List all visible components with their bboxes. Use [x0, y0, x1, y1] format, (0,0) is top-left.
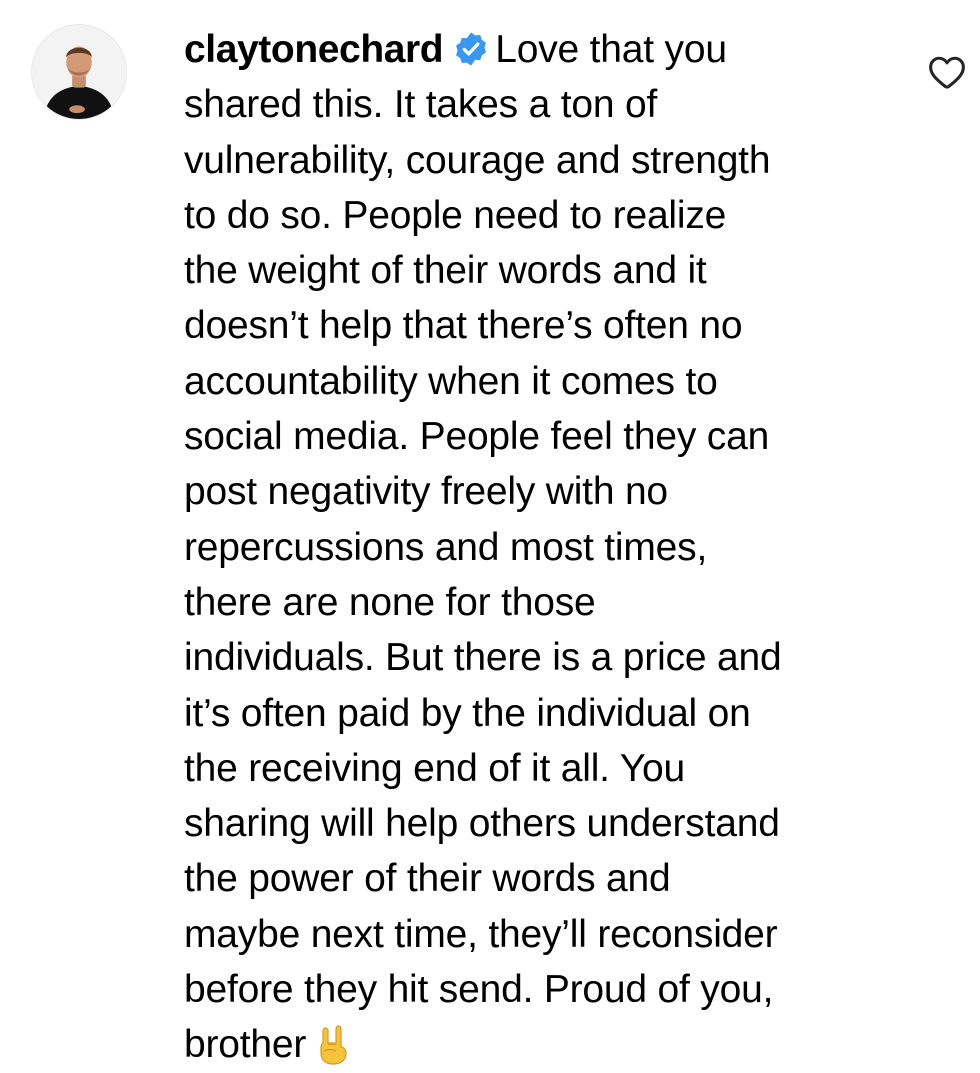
comment-text: claytonechard Love that you shared this. … — [184, 22, 896, 1073]
comment-line: shared this. It takes a ton of — [184, 83, 658, 127]
avatar[interactable] — [31, 24, 127, 120]
comment-line: the receiving end of it all. You — [184, 746, 685, 790]
comment-line: post negativity freely with no — [184, 470, 668, 514]
comment-line: Love that you — [495, 28, 727, 71]
comment-line: maybe next time, they’ll reconsider — [184, 912, 778, 956]
comment-line: social media. People feel they can — [184, 415, 770, 459]
comment-line: brother — [184, 1023, 307, 1067]
sign-of-the-horns-emoji — [316, 1025, 350, 1065]
comment: claytonechard Love that you shared this. … — [0, 0, 980, 1066]
comment-line: there are none for those — [184, 580, 596, 624]
comment-line: sharing will help others understand — [184, 802, 780, 846]
comment-line: repercussions and most times, — [184, 525, 708, 569]
comment-line: individuals. But there is a price and — [184, 636, 782, 680]
comment-line: to do so. People need to realize — [184, 193, 727, 237]
comment-last-line: brother — [184, 1017, 896, 1072]
comment-line: it’s often paid by the individual on — [184, 691, 751, 735]
comment-line: before they hit send. Proud of you, — [184, 968, 774, 1012]
comment-first-line: claytonechard Love that you — [184, 22, 896, 77]
comment-line: the power of their words and — [184, 857, 671, 901]
heart-outline-icon — [929, 56, 965, 89]
username-link[interactable]: claytonechard — [184, 28, 444, 71]
verified-badge-icon — [453, 31, 489, 67]
comment-line: accountability when it comes to — [184, 359, 718, 403]
comment-line: vulnerability, courage and strength — [184, 138, 771, 182]
comment-line: doesn’t help that there’s often no — [184, 304, 743, 348]
like-button[interactable] — [927, 54, 967, 90]
avatar-image — [32, 25, 126, 119]
comment-line: the weight of their words and it — [184, 249, 707, 293]
